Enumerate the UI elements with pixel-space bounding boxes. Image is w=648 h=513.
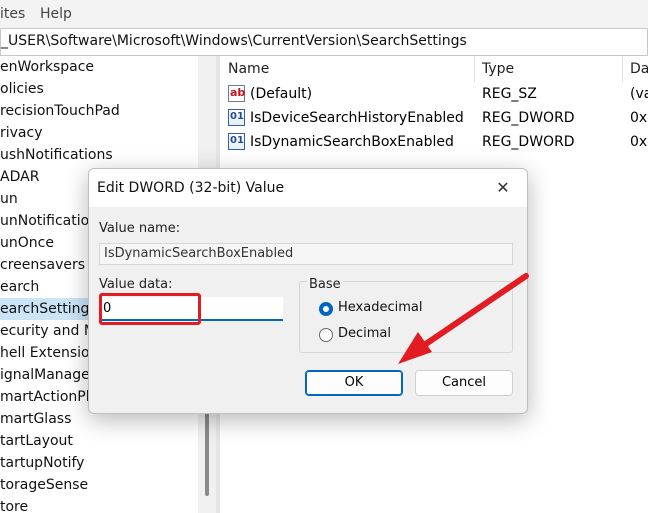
value-data: 0x <box>630 134 648 150</box>
value-name: IsDeviceSearchHistoryEnabled <box>250 110 464 126</box>
tree-item[interactable]: rivacy <box>0 122 198 144</box>
tree-item[interactable]: torageSense <box>0 474 198 496</box>
value-type: REG_DWORD <box>482 134 575 150</box>
hexadecimal-label[interactable]: Hexadecimal <box>338 300 422 315</box>
decimal-label[interactable]: Decimal <box>338 326 391 341</box>
column-divider[interactable] <box>474 56 475 82</box>
dword-value-icon <box>228 129 245 153</box>
value-name: (Default) <box>250 86 313 102</box>
value-row[interactable]: (Default) REG_SZ (va <box>220 81 648 106</box>
edit-dword-dialog: Edit DWORD (32-bit) Value ✕ Value name: … <box>88 168 528 414</box>
column-header-type[interactable]: Type <box>482 56 514 82</box>
value-name-field: IsDynamicSearchBoxEnabled <box>99 243 513 265</box>
column-header-data[interactable]: Da <box>630 56 648 82</box>
ok-button[interactable]: OK <box>305 370 403 396</box>
dword-value-icon <box>228 105 245 129</box>
value-name-label: Value name: <box>99 221 181 236</box>
tree-item[interactable]: enWorkspace <box>0 56 198 78</box>
address-bar[interactable]: _USER\Software\Microsoft\Windows\Current… <box>0 28 648 56</box>
menu-help[interactable]: Help <box>40 6 72 22</box>
value-type: REG_DWORD <box>482 110 575 126</box>
column-header-name[interactable]: Name <box>228 56 269 82</box>
dialog-title-bar[interactable]: Edit DWORD (32-bit) Value ✕ <box>89 169 527 207</box>
string-value-icon <box>228 81 245 105</box>
base-label: Base <box>307 277 343 292</box>
tree-item[interactable]: recisionTouchPad <box>0 100 198 122</box>
hexadecimal-radio[interactable] <box>319 302 333 316</box>
tree-item[interactable]: tore <box>0 496 198 513</box>
value-name: IsDynamicSearchBoxEnabled <box>250 134 454 150</box>
tree-item[interactable]: tartupNotify <box>0 452 198 474</box>
value-data: 0x <box>630 110 648 126</box>
cancel-button[interactable]: Cancel <box>415 370 513 396</box>
menu-bar: ites Help <box>0 0 648 28</box>
tree-item[interactable]: ushNotifications <box>0 144 198 166</box>
column-divider[interactable] <box>622 56 623 82</box>
address-path[interactable]: _USER\Software\Microsoft\Windows\Current… <box>1 33 467 49</box>
value-data-label: Value data: <box>99 277 173 292</box>
tree-item[interactable]: tartLayout <box>0 430 198 452</box>
value-data: (va <box>630 86 648 102</box>
tree-item[interactable]: olicies <box>0 78 198 100</box>
close-icon[interactable]: ✕ <box>489 175 517 201</box>
value-row[interactable]: IsDeviceSearchHistoryEnabled REG_DWORD 0… <box>220 105 648 130</box>
value-type: REG_SZ <box>482 86 537 102</box>
menu-favorites[interactable]: ites <box>0 6 25 22</box>
value-row[interactable]: IsDynamicSearchBoxEnabled REG_DWORD 0x <box>220 129 648 154</box>
dialog-title: Edit DWORD (32-bit) Value <box>97 180 285 196</box>
highlight-box <box>99 293 201 325</box>
decimal-radio[interactable] <box>319 328 333 342</box>
